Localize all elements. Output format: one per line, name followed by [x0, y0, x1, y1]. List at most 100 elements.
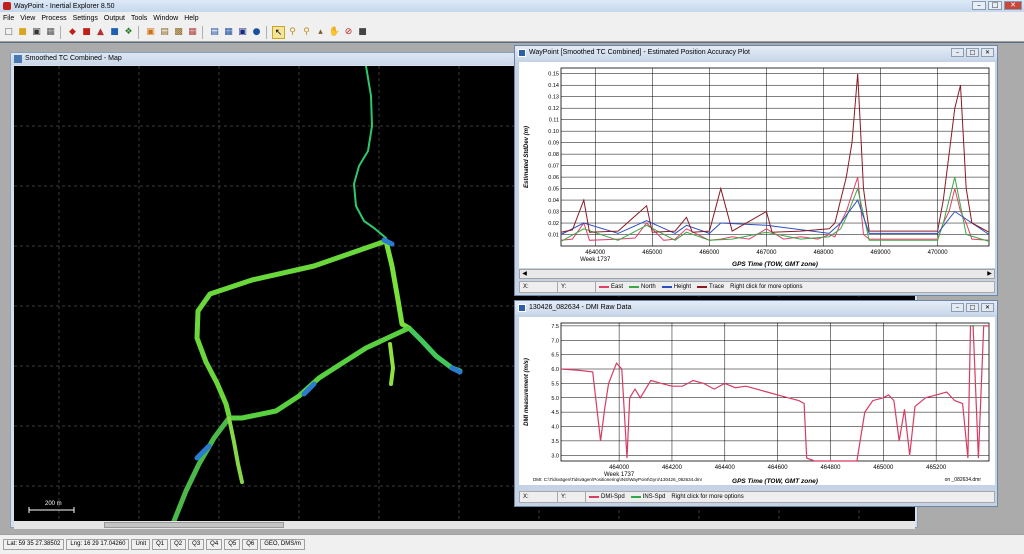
data-icon[interactable]: ◆ [66, 26, 79, 39]
globe-icon[interactable]: ● [250, 26, 263, 39]
legend-height[interactable]: Height [659, 284, 694, 290]
close-button[interactable]: ✕ [1004, 1, 1022, 10]
legend-east-label: East [611, 284, 624, 290]
status-quality-q4[interactable]: Q4 [206, 539, 223, 550]
menu-settings[interactable]: Settings [70, 15, 101, 22]
pointer-icon[interactable]: ↖ [272, 26, 285, 39]
save-icon[interactable]: ▣ [30, 26, 43, 39]
print-icon[interactable]: ▦ [44, 26, 57, 39]
open-icon[interactable]: ■ [16, 26, 29, 39]
dmi-close-button[interactable]: ✕ [981, 303, 994, 312]
export-icon[interactable]: ▩ [172, 26, 185, 39]
x-tick-label: 469000 [871, 250, 892, 256]
accuracy-maximize-button[interactable]: □ [966, 48, 979, 57]
y-tick-label: 5.0 [551, 396, 559, 402]
menu-window[interactable]: Window [150, 15, 181, 22]
menu-help[interactable]: Help [181, 15, 201, 22]
map-scroll-thumb[interactable] [104, 522, 284, 528]
legend-ins-spd-label: INS-Spd [642, 494, 666, 500]
y-tick-label: 7.5 [551, 324, 559, 330]
y-axis-label: Estimated StdDev (m) [524, 126, 530, 188]
trajectory-track-east [406, 325, 463, 374]
status-quality-q1[interactable]: Q1 [152, 539, 169, 550]
trajectory-track-spur [388, 342, 395, 386]
imu-icon[interactable]: ■ [108, 26, 121, 39]
trajectory-segment-blue [301, 381, 317, 397]
legend-trace-swatch [697, 286, 708, 288]
legend-ins-spd-swatch [630, 496, 641, 498]
menu-tools[interactable]: Tools [128, 15, 150, 22]
chart-icon[interactable]: ▤ [208, 26, 221, 39]
dmi-chart[interactable]: 464000 464200 464400 464600 464800 465000 4652… [519, 317, 995, 485]
menu-view[interactable]: View [17, 15, 38, 22]
accuracy-plot-area[interactable]: 464000 465000 466000 467000 468000 469000 4700… [519, 62, 995, 268]
accuracy-minimize-button[interactable]: – [951, 48, 964, 57]
zoom-in-icon[interactable]: ⚲ [286, 26, 299, 39]
y-tick-label: 0.05 [548, 187, 559, 193]
stop-icon[interactable]: ⊘ [342, 26, 355, 39]
table-icon[interactable]: ▦ [222, 26, 235, 39]
legend-trace[interactable]: Trace [694, 284, 727, 290]
status-lng: Lng: 16 29 17.04260 [66, 539, 130, 550]
accuracy-plot-window[interactable]: WayPoint [Smoothed TC Combined] - Estima… [514, 45, 998, 296]
trajectory [171, 66, 463, 521]
scale-bar: 200 m [28, 501, 75, 513]
menu-file[interactable]: File [0, 15, 17, 22]
legend-ins-spd[interactable]: INS-Spd [628, 494, 669, 500]
combine-icon[interactable]: ▣ [144, 26, 157, 39]
y-tick-label: 4.0 [551, 425, 559, 431]
x-tick-label: 464000 [609, 465, 630, 471]
dmi-plot-area[interactable]: 464000 464200 464400 464600 464800 465000 4652… [519, 317, 995, 485]
legend-east-swatch [599, 286, 609, 288]
y-tick-label: 0.04 [548, 198, 559, 204]
process-icon[interactable]: ❖ [122, 26, 135, 39]
disk-icon[interactable]: ▣ [236, 26, 249, 39]
scroll-left-arrow-icon[interactable]: ◀ [520, 270, 529, 278]
dmi-maximize-button[interactable]: □ [966, 303, 979, 312]
dmi-hint: Right click for more options [671, 494, 744, 500]
gnss-icon[interactable]: ▲ [94, 26, 107, 39]
status-unit-toggle[interactable]: Unit [131, 539, 151, 550]
legend-height-swatch [661, 286, 672, 288]
map-icon[interactable]: ▦ [186, 26, 199, 39]
scroll-right-arrow-icon[interactable]: ▶ [985, 270, 994, 278]
accuracy-chart[interactable]: 464000 465000 466000 467000 468000 469000 4700… [519, 62, 995, 268]
y-tick-label: 0.09 [548, 141, 559, 147]
plot-icon[interactable]: ▤ [158, 26, 171, 39]
y-tick-label: 0.03 [548, 210, 559, 216]
legend-north[interactable]: North [626, 284, 659, 290]
status-quality-q6[interactable]: Q6 [242, 539, 259, 550]
status-quality-q5[interactable]: Q5 [224, 539, 241, 550]
legend-trace-label: Trace [709, 284, 725, 290]
x-axis-label: GPS Time (TOW, GMT zone) [732, 261, 818, 268]
dmi-window-title: 130426_082634 - DMI Raw Data [529, 304, 632, 311]
app-logo-icon [3, 2, 11, 10]
dmi-window-title-bar[interactable]: 130426_082634 - DMI Raw Data – □ ✕ [515, 301, 997, 315]
accuracy-close-button[interactable]: ✕ [981, 48, 994, 57]
dmi-file-path: DMI: C:\Tidsvägen\Tidsvägen\Positionerin… [533, 477, 703, 482]
y-tick-label: 6.5 [551, 353, 559, 359]
new-icon[interactable]: □ [2, 26, 15, 39]
y-tick-label: 7.0 [551, 338, 559, 344]
dmi-minimize-button[interactable]: – [951, 303, 964, 312]
map-horizontal-scrollbar[interactable] [14, 521, 915, 529]
status-quality-q3[interactable]: Q3 [188, 539, 205, 550]
status-quality-q2[interactable]: Q2 [170, 539, 187, 550]
legend-east[interactable]: East [596, 284, 626, 290]
menu-process[interactable]: Process [38, 15, 69, 22]
convert-icon[interactable]: ■ [80, 26, 93, 39]
measure-icon[interactable]: ▴ [314, 26, 327, 39]
accuracy-window-title-bar[interactable]: WayPoint [Smoothed TC Combined] - Estima… [515, 46, 997, 60]
maximize-button[interactable]: □ [988, 1, 1002, 10]
dmi-window[interactable]: 130426_082634 - DMI Raw Data – □ ✕ 46400… [514, 300, 998, 507]
legend-dmi-spd[interactable]: DMI-Spd [586, 494, 628, 500]
accuracy-horizontal-scrollbar[interactable]: ◀ ▶ [519, 269, 995, 279]
pan-icon[interactable]: ✋ [328, 26, 341, 39]
legend-north-swatch [629, 286, 640, 288]
y-tick-label: 0.13 [548, 95, 559, 101]
minimize-button[interactable]: – [972, 1, 986, 10]
dmi-window-icon [518, 304, 526, 312]
menu-output[interactable]: Output [101, 15, 128, 22]
zoom-out-icon[interactable]: ⚲ [300, 26, 313, 39]
window-icon[interactable]: ■ [356, 26, 369, 39]
